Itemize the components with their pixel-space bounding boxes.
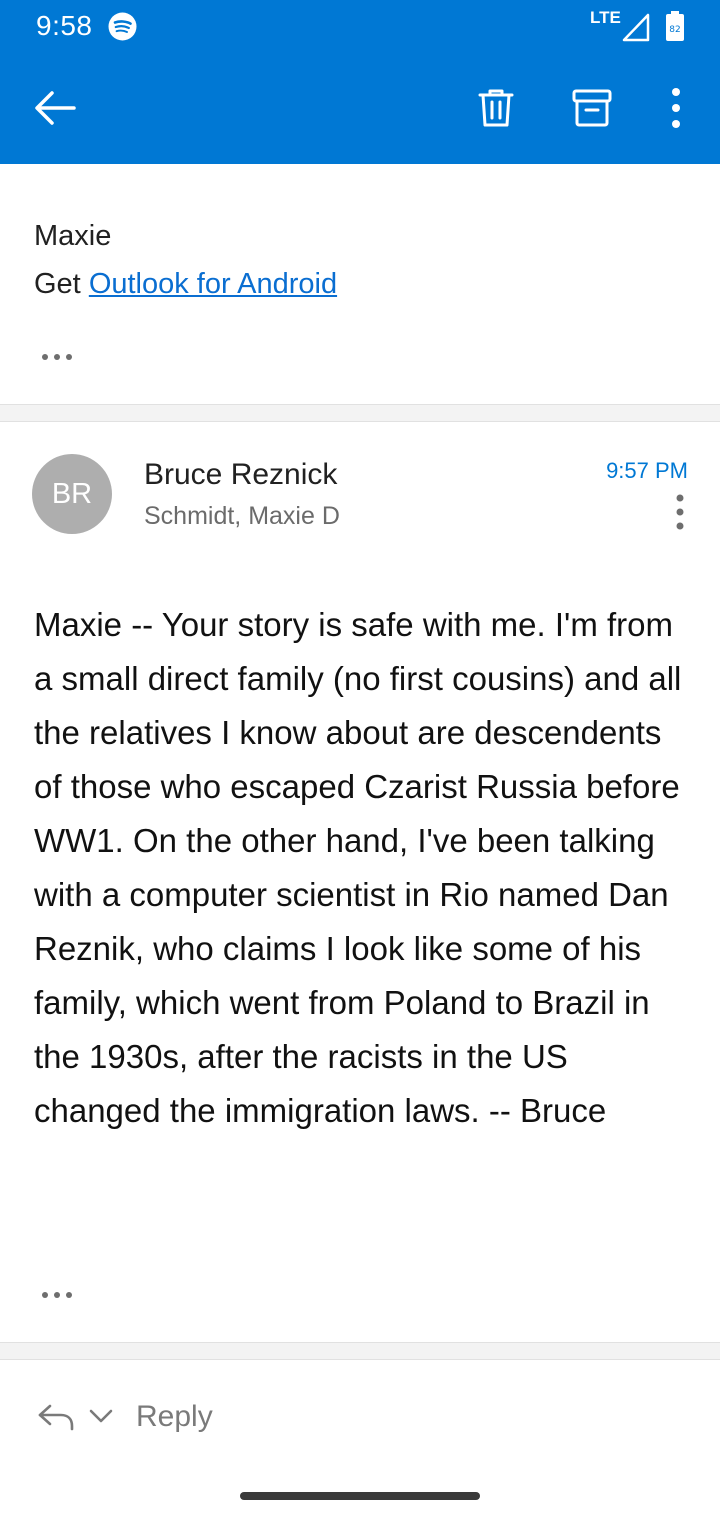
- signal-icon: [622, 13, 650, 42]
- reply-bar: Reply: [0, 1360, 720, 1520]
- signature-line: Get Outlook for Android: [34, 268, 337, 301]
- get-text: Get: [34, 268, 89, 300]
- message-body: Maxie -- Your story is safe with me. I'm…: [34, 606, 682, 1129]
- home-indicator[interactable]: [240, 1492, 480, 1500]
- message-separator: [0, 1342, 720, 1360]
- more-vertical-icon[interactable]: [660, 86, 692, 130]
- status-bar: 9:58 LTE 82: [0, 0, 720, 52]
- chevron-down-icon[interactable]: [88, 1406, 114, 1426]
- reply-icon[interactable]: [36, 1402, 76, 1432]
- sender-name[interactable]: Bruce Reznick: [144, 458, 337, 492]
- archive-icon[interactable]: [570, 86, 614, 130]
- message-time: 9:57 PM: [606, 458, 688, 483]
- avatar[interactable]: BR: [32, 454, 112, 534]
- show-quoted-text-icon[interactable]: [40, 1290, 74, 1300]
- signature-name: Maxie: [34, 220, 112, 252]
- delete-trash-icon[interactable]: [474, 86, 518, 130]
- reply-button[interactable]: Reply: [136, 1400, 213, 1434]
- spotify-icon: [108, 12, 137, 41]
- message-separator: [0, 404, 720, 422]
- back-arrow-icon[interactable]: [32, 88, 78, 128]
- message-current: BR Bruce Reznick Schmidt, Maxie D 9:57 P…: [0, 422, 720, 1342]
- battery-level: 82: [669, 25, 680, 35]
- outlook-android-link[interactable]: Outlook for Android: [89, 268, 337, 300]
- network-type: LTE: [590, 8, 621, 27]
- recipient-name[interactable]: Schmidt, Maxie D: [144, 502, 340, 531]
- toolbar: [0, 52, 720, 164]
- message-more-icon[interactable]: [666, 492, 694, 532]
- status-time: 9:58: [36, 10, 93, 41]
- battery-icon: 82: [666, 11, 684, 41]
- message-previous: Maxie Get Outlook for Android: [0, 164, 720, 404]
- show-quoted-text-icon[interactable]: [40, 352, 74, 362]
